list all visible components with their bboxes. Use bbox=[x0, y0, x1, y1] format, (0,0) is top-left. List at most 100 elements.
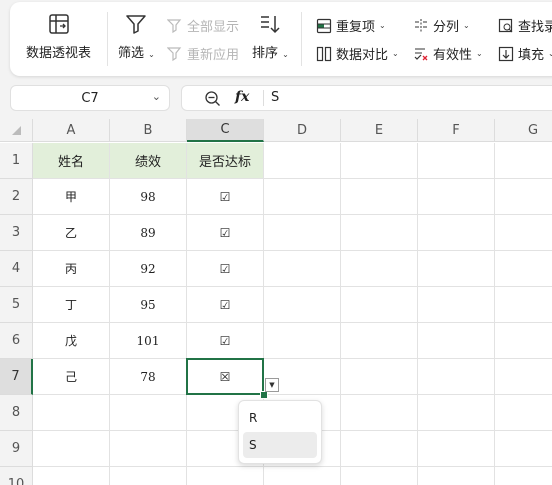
row-header-2[interactable]: 2 bbox=[0, 179, 33, 215]
function-icon[interactable]: fx bbox=[235, 89, 249, 105]
cell-b2[interactable]: 98 bbox=[110, 179, 187, 215]
cell-g6[interactable] bbox=[495, 323, 552, 359]
cell-d10[interactable] bbox=[264, 467, 341, 485]
column-header-a[interactable]: A bbox=[33, 119, 110, 142]
cell-b5[interactable]: 95 bbox=[110, 287, 187, 323]
cell-a4[interactable]: 丙 bbox=[33, 251, 110, 287]
duplicates-button[interactable]: 重复项 ⌄ bbox=[316, 16, 386, 35]
name-box[interactable]: C7 ⌄ bbox=[10, 85, 170, 111]
cell-b10[interactable] bbox=[110, 467, 187, 485]
column-header-b[interactable]: B bbox=[110, 119, 187, 142]
cell-f3[interactable] bbox=[418, 215, 495, 251]
cell-e7[interactable] bbox=[341, 359, 418, 395]
column-header-d[interactable]: D bbox=[264, 119, 341, 142]
cell-b1[interactable]: 绩效 bbox=[110, 143, 187, 179]
cell-c3[interactable]: ☑ bbox=[187, 215, 264, 251]
chevron-down-icon[interactable]: ⌄ bbox=[152, 90, 161, 103]
cell-g10[interactable] bbox=[495, 467, 552, 485]
cell-a9[interactable] bbox=[33, 431, 110, 467]
cell-e9[interactable] bbox=[341, 431, 418, 467]
cell-c4[interactable]: ☑ bbox=[187, 251, 264, 287]
cell-g2[interactable] bbox=[495, 179, 552, 215]
column-header-e[interactable]: E bbox=[341, 119, 418, 142]
row-header-6[interactable]: 6 bbox=[0, 323, 33, 359]
cell-b4[interactable]: 92 bbox=[110, 251, 187, 287]
reapply-button[interactable]: 重新应用 bbox=[167, 44, 239, 63]
cell-g5[interactable] bbox=[495, 287, 552, 323]
data-compare-button[interactable]: 数据对比 ⌄ bbox=[316, 44, 399, 63]
selected-cell-c7[interactable] bbox=[186, 358, 264, 395]
cell-c10[interactable] bbox=[187, 467, 264, 485]
cell-g7[interactable] bbox=[495, 359, 552, 395]
cell-f5[interactable] bbox=[418, 287, 495, 323]
find-entry-button[interactable]: 查找录 bbox=[498, 16, 552, 35]
column-header-c[interactable]: C bbox=[187, 119, 264, 142]
fill-button[interactable]: 填充 ⌄ bbox=[498, 44, 552, 63]
cell-e4[interactable] bbox=[341, 251, 418, 287]
cell-f7[interactable] bbox=[418, 359, 495, 395]
cell-e2[interactable] bbox=[341, 179, 418, 215]
dropdown-option-s[interactable]: S bbox=[243, 432, 317, 458]
cell-f4[interactable] bbox=[418, 251, 495, 287]
cell-a2[interactable]: 甲 bbox=[33, 179, 110, 215]
dropdown-button[interactable]: ▼ bbox=[265, 378, 279, 392]
cell-b3[interactable]: 89 bbox=[110, 215, 187, 251]
row-header-1[interactable]: 1 bbox=[0, 143, 33, 179]
cell-d1[interactable] bbox=[264, 143, 341, 179]
cell-e10[interactable] bbox=[341, 467, 418, 485]
cell-c6[interactable]: ☑ bbox=[187, 323, 264, 359]
cell-a6[interactable]: 戊 bbox=[33, 323, 110, 359]
cell-d4[interactable] bbox=[264, 251, 341, 287]
show-all-button[interactable]: 全部显示 bbox=[167, 16, 239, 35]
column-header-g[interactable]: G bbox=[495, 119, 552, 142]
cell-b9[interactable] bbox=[110, 431, 187, 467]
cell-b7[interactable]: 78 bbox=[110, 359, 187, 395]
select-all-corner[interactable] bbox=[0, 119, 33, 142]
cell-d2[interactable] bbox=[264, 179, 341, 215]
split-column-button[interactable]: 分列 ⌄ bbox=[413, 16, 470, 35]
cell-f2[interactable] bbox=[418, 179, 495, 215]
cell-b8[interactable] bbox=[110, 395, 187, 431]
cell-d3[interactable] bbox=[264, 215, 341, 251]
cell-f6[interactable] bbox=[418, 323, 495, 359]
row-header-5[interactable]: 5 bbox=[0, 287, 33, 323]
cell-d5[interactable] bbox=[264, 287, 341, 323]
cell-g1[interactable] bbox=[495, 143, 552, 179]
fill-handle[interactable] bbox=[260, 391, 268, 399]
cell-a3[interactable]: 乙 bbox=[33, 215, 110, 251]
filter-button[interactable]: 筛选 ⌄ bbox=[118, 12, 155, 61]
cell-a10[interactable] bbox=[33, 467, 110, 485]
cell-g4[interactable] bbox=[495, 251, 552, 287]
cell-b6[interactable]: 101 bbox=[110, 323, 187, 359]
cell-a8[interactable] bbox=[33, 395, 110, 431]
row-header-8[interactable]: 8 bbox=[0, 395, 33, 431]
row-header-7[interactable]: 7 bbox=[0, 359, 33, 395]
column-header-f[interactable]: F bbox=[418, 119, 495, 142]
cell-g3[interactable] bbox=[495, 215, 552, 251]
cell-a5[interactable]: 丁 bbox=[33, 287, 110, 323]
cell-e1[interactable] bbox=[341, 143, 418, 179]
cell-g8[interactable] bbox=[495, 395, 552, 431]
validity-button[interactable]: 有效性 ⌄ bbox=[413, 44, 483, 63]
formula-input[interactable]: S bbox=[271, 90, 279, 105]
cell-f10[interactable] bbox=[418, 467, 495, 485]
cell-e3[interactable] bbox=[341, 215, 418, 251]
cell-c2[interactable]: ☑ bbox=[187, 179, 264, 215]
cell-a7[interactable]: 己 bbox=[33, 359, 110, 395]
dropdown-option-r[interactable]: R bbox=[243, 405, 317, 431]
cell-f8[interactable] bbox=[418, 395, 495, 431]
row-header-10[interactable]: 10 bbox=[0, 467, 33, 485]
pivot-table-button[interactable]: 数据透视表 bbox=[26, 12, 91, 61]
cell-e5[interactable] bbox=[341, 287, 418, 323]
sort-button[interactable]: 排序 ⌄ bbox=[252, 12, 289, 61]
zoom-icon[interactable] bbox=[204, 90, 221, 107]
cell-c5[interactable]: ☑ bbox=[187, 287, 264, 323]
cell-f9[interactable] bbox=[418, 431, 495, 467]
cell-c1[interactable]: 是否达标 bbox=[187, 143, 264, 179]
cell-a1[interactable]: 姓名 bbox=[33, 143, 110, 179]
cell-d6[interactable] bbox=[264, 323, 341, 359]
cell-g9[interactable] bbox=[495, 431, 552, 467]
row-header-9[interactable]: 9 bbox=[0, 431, 33, 467]
cell-e8[interactable] bbox=[341, 395, 418, 431]
cell-e6[interactable] bbox=[341, 323, 418, 359]
